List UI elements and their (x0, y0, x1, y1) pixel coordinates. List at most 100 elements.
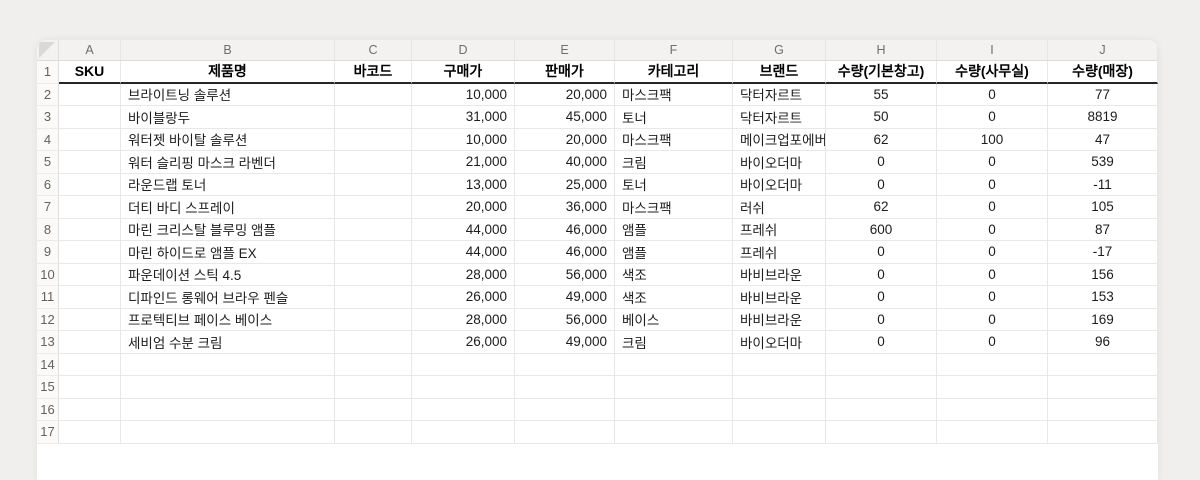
cell-H3[interactable]: 50 (826, 106, 937, 129)
row-number-12[interactable]: 12 (37, 308, 59, 331)
cell-C16[interactable] (335, 398, 412, 421)
cell-C6[interactable] (335, 173, 412, 196)
cell-F4[interactable]: 마스크팩 (615, 128, 733, 151)
cell-C14[interactable] (335, 353, 412, 376)
row-number-6[interactable]: 6 (37, 173, 59, 196)
cell-J8[interactable]: 87 (1048, 218, 1158, 241)
row-number-5[interactable]: 5 (37, 151, 59, 174)
row-number-14[interactable]: 14 (37, 353, 59, 376)
cell-A15[interactable] (59, 376, 121, 399)
cell-B13[interactable]: 세비엄 수분 크림 (121, 331, 335, 354)
cell-B10[interactable]: 파운데이션 스틱 4.5 (121, 263, 335, 286)
cell-B16[interactable] (121, 398, 335, 421)
cell-A12[interactable] (59, 308, 121, 331)
cell-G3[interactable]: 닥터자르트 (733, 106, 826, 129)
cell-D7[interactable]: 20,000 (412, 196, 515, 219)
cell-F10[interactable]: 색조 (615, 263, 733, 286)
cell-D16[interactable] (412, 398, 515, 421)
cell-J11[interactable]: 153 (1048, 286, 1158, 309)
cell-J14[interactable] (1048, 353, 1158, 376)
cell-I13[interactable]: 0 (937, 331, 1048, 354)
cell-E6[interactable]: 25,000 (515, 173, 615, 196)
cell-H7[interactable]: 62 (826, 196, 937, 219)
cell-C3[interactable] (335, 106, 412, 129)
row-number-7[interactable]: 7 (37, 196, 59, 219)
cell-A2[interactable] (59, 83, 121, 106)
cell-F5[interactable]: 크림 (615, 151, 733, 174)
row-number-1[interactable]: 1 (37, 61, 59, 84)
cell-B2[interactable]: 브라이트닝 솔루션 (121, 83, 335, 106)
cell-A17[interactable] (59, 421, 121, 444)
row-number-11[interactable]: 11 (37, 286, 59, 309)
row-number-8[interactable]: 8 (37, 218, 59, 241)
cell-H8[interactable]: 600 (826, 218, 937, 241)
cell-H16[interactable] (826, 398, 937, 421)
cell-D1[interactable]: 구매가 (412, 61, 515, 84)
row-number-9[interactable]: 9 (37, 241, 59, 264)
cell-I6[interactable]: 0 (937, 173, 1048, 196)
cell-F6[interactable]: 토너 (615, 173, 733, 196)
column-header-B[interactable]: B (121, 40, 335, 60)
cell-D3[interactable]: 31,000 (412, 106, 515, 129)
row-number-17[interactable]: 17 (37, 421, 59, 444)
cell-I14[interactable] (937, 353, 1048, 376)
cell-E1[interactable]: 판매가 (515, 61, 615, 84)
cell-J2[interactable]: 77 (1048, 83, 1158, 106)
cell-J17[interactable] (1048, 421, 1158, 444)
cell-C17[interactable] (335, 421, 412, 444)
cell-J6[interactable]: -11 (1048, 173, 1158, 196)
cell-H6[interactable]: 0 (826, 173, 937, 196)
column-header-A[interactable]: A (59, 40, 121, 60)
cell-E14[interactable] (515, 353, 615, 376)
cell-B14[interactable] (121, 353, 335, 376)
cell-B17[interactable] (121, 421, 335, 444)
cell-C13[interactable] (335, 331, 412, 354)
cell-G12[interactable]: 바비브라운 (733, 308, 826, 331)
cell-C15[interactable] (335, 376, 412, 399)
cell-J12[interactable]: 169 (1048, 308, 1158, 331)
cell-H10[interactable]: 0 (826, 263, 937, 286)
cell-J13[interactable]: 96 (1048, 331, 1158, 354)
cell-F15[interactable] (615, 376, 733, 399)
cell-A13[interactable] (59, 331, 121, 354)
cell-A8[interactable] (59, 218, 121, 241)
cell-J7[interactable]: 105 (1048, 196, 1158, 219)
cell-I3[interactable]: 0 (937, 106, 1048, 129)
cell-H14[interactable] (826, 353, 937, 376)
cell-F7[interactable]: 마스크팩 (615, 196, 733, 219)
cell-F11[interactable]: 색조 (615, 286, 733, 309)
cell-I7[interactable]: 0 (937, 196, 1048, 219)
cell-D14[interactable] (412, 353, 515, 376)
cell-E13[interactable]: 49,000 (515, 331, 615, 354)
cell-I8[interactable]: 0 (937, 218, 1048, 241)
column-header-C[interactable]: C (335, 40, 412, 60)
cell-D13[interactable]: 26,000 (412, 331, 515, 354)
cell-F16[interactable] (615, 398, 733, 421)
cell-J3[interactable]: 8819 (1048, 106, 1158, 129)
cell-G9[interactable]: 프레쉬 (733, 241, 826, 264)
cell-D10[interactable]: 28,000 (412, 263, 515, 286)
cell-J9[interactable]: -17 (1048, 241, 1158, 264)
cell-F8[interactable]: 앰플 (615, 218, 733, 241)
cell-F3[interactable]: 토너 (615, 106, 733, 129)
cell-H15[interactable] (826, 376, 937, 399)
cell-A11[interactable] (59, 286, 121, 309)
cell-F12[interactable]: 베이스 (615, 308, 733, 331)
cell-A4[interactable] (59, 128, 121, 151)
cell-A5[interactable] (59, 151, 121, 174)
cell-G8[interactable]: 프레쉬 (733, 218, 826, 241)
cell-C9[interactable] (335, 241, 412, 264)
cell-D15[interactable] (412, 376, 515, 399)
cell-I4[interactable]: 100 (937, 128, 1048, 151)
cell-D17[interactable] (412, 421, 515, 444)
cell-G10[interactable]: 바비브라운 (733, 263, 826, 286)
cell-I15[interactable] (937, 376, 1048, 399)
cell-C7[interactable] (335, 196, 412, 219)
cell-J4[interactable]: 47 (1048, 128, 1158, 151)
cell-J10[interactable]: 156 (1048, 263, 1158, 286)
cell-E12[interactable]: 56,000 (515, 308, 615, 331)
cell-E3[interactable]: 45,000 (515, 106, 615, 129)
cell-G1[interactable]: 브랜드 (733, 61, 826, 84)
cell-E16[interactable] (515, 398, 615, 421)
cell-D11[interactable]: 26,000 (412, 286, 515, 309)
